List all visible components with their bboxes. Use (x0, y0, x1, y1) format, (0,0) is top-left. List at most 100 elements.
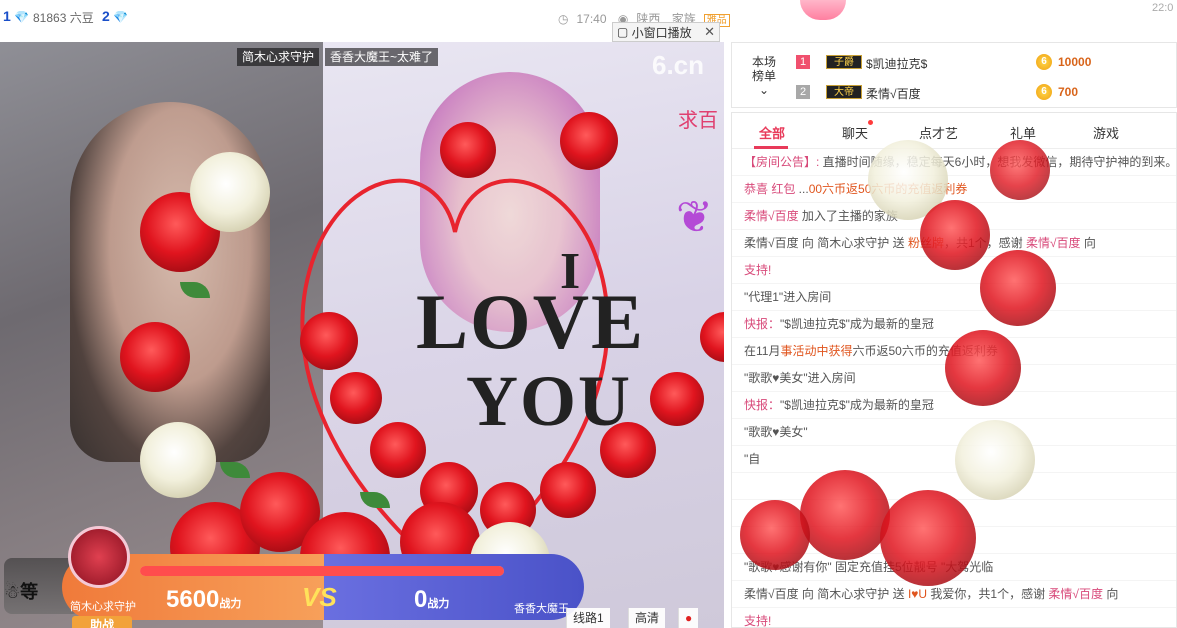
rank-row[interactable]: 1 子爵 $凯迪拉克$ 6 10000 (796, 51, 1176, 73)
rank-title[interactable]: 本场 榜单 ⌄ (740, 55, 788, 97)
beans-count: 81863 六豆 (33, 11, 94, 25)
rose-decoration (300, 312, 358, 370)
avatar[interactable] (68, 526, 130, 588)
pk-right-score: 0战力 (414, 586, 450, 613)
video-player[interactable]: 简木心求守护 香香大魔王~太难了 6.cn 求百 I LOVE YOU ❦ ❦ … (0, 42, 724, 628)
chat-message-part: "$凯迪拉克$"成为最新的皇冠 (780, 398, 934, 412)
diamond-icon: 💎 (113, 10, 129, 24)
rank-value: 700 (1058, 85, 1079, 99)
chat-message-part: "自 (744, 452, 761, 466)
butterfly-icon: ❦ (676, 193, 713, 242)
left-anchor-tag: 简木心求守护 (237, 48, 320, 66)
chat-message-part: 柔情√百度 向 简木心求守护 送 (744, 587, 908, 601)
pk-right-name: 香香大魔王 (514, 603, 569, 615)
rank-1-stat: 1 💎 (3, 8, 29, 24)
chat-message[interactable]: "歌歌♥美女"进入房间 (732, 365, 1176, 392)
tab-game[interactable]: 游戏 (1093, 123, 1119, 142)
chat-message[interactable]: 恭喜 红包 ...00六币返50六币的充值返利券 (732, 176, 1176, 203)
rose-decoration (330, 372, 382, 424)
tab-chat[interactable]: 聊天 (842, 123, 868, 142)
chat-message-part: 支持! (744, 263, 772, 277)
coin-icon: 6 (1036, 84, 1052, 100)
rose-decoration (650, 372, 704, 426)
rose-decoration (370, 422, 426, 478)
chat-message[interactable]: 柔情√百度 加入了主播的家族 (732, 203, 1176, 230)
rank-user-name[interactable]: $凯迪拉克$ (866, 55, 927, 72)
right-anchor-tag: 香香大魔王~太难了 (325, 48, 439, 66)
rose-decoration (540, 462, 596, 518)
chat-message-part: 粉丝牌 (907, 236, 944, 250)
rank-number: 2 (796, 85, 810, 99)
rose-decoration (120, 322, 190, 392)
rank-badge: 大帝 (826, 85, 862, 99)
live-room-page: { "topbar": { "rank1_num": "1", "rank1_i… (0, 0, 1177, 628)
close-icon[interactable]: ✕ (704, 24, 715, 40)
pk-vs-label: VS (302, 582, 337, 612)
rank-2-number: 2 (102, 8, 110, 24)
chat-message[interactable] (732, 500, 1176, 527)
chat-message-part: 事活动中获得 (780, 344, 853, 358)
notification-dot (868, 120, 873, 125)
mini-window-icon: ▢ (617, 25, 632, 39)
line-select-button[interactable]: 线路1 (566, 608, 610, 628)
chat-message[interactable]: "歌歌♥感谢有你" 固定充值挂5位靓号 "大驾光临 (732, 554, 1176, 581)
chat-message-part: 加入了主播的家族 (798, 209, 898, 223)
chat-message[interactable]: 柔情√百度 向 简木心求守护 送 I♥U 我爱你，共1个，感谢 柔情√百度 向 (732, 581, 1176, 608)
site-logo: 6.cn (652, 50, 705, 80)
chat-message-part: ，共1个，感谢 (943, 236, 1026, 250)
rank-user-name[interactable]: 柔情√百度 (866, 85, 921, 102)
chat-message[interactable]: 支持! (732, 608, 1176, 628)
chevron-down-icon[interactable]: ⌄ (740, 83, 788, 97)
tab-all[interactable]: 全部 (759, 123, 785, 142)
chat-message-part: 柔情√百度 (1048, 587, 1103, 601)
effect-text-line2: LOVE (416, 278, 646, 365)
chat-message[interactable] (732, 473, 1176, 500)
pk-bar: 简木心求守护 5600战力 VS 0战力 香香大魔王 (62, 526, 584, 620)
chat-message[interactable]: 快报："$凯迪拉克$"成为最新的皇冠 (732, 311, 1176, 338)
chat-message[interactable]: 在11月事活动中获得六币返50六币的充值返利券 (732, 338, 1176, 365)
user-icon: ☃ (4, 582, 21, 602)
clock-text: 22:0 (1152, 2, 1174, 14)
help-button[interactable]: 助战 (72, 616, 132, 628)
chat-message-part: 【房间公告】: (744, 155, 823, 169)
chat-message[interactable]: 【房间公告】: 直播时间随缘，稳定每天6小时，想我发微信，期待守护神的到来。 (732, 149, 1176, 176)
chat-message-part: 向 (1103, 587, 1119, 601)
rank-number: 1 (796, 55, 810, 69)
chat-message-part: 支持! (744, 614, 772, 628)
rank-value: 10000 (1058, 55, 1092, 69)
chat-panel: 全部 聊天 点才艺 礼单 游戏 【房间公告】: 直播时间随缘，稳定每天6小时，想… (731, 112, 1177, 628)
white-rose-decoration (190, 152, 270, 232)
rank-row[interactable]: 2 大帝 柔情√百度 6 700 (796, 81, 1176, 103)
mini-window-label: 小窗口播放 (631, 25, 692, 40)
chat-message-part: 快报： (744, 398, 781, 412)
chat-message[interactable]: 柔情√百度 向 简木心求守护 送 粉丝牌，共1个，感谢 柔情√百度 向 (732, 230, 1176, 257)
mini-window-button[interactable]: ▢ 小窗口播放 ✕ (612, 22, 720, 42)
chat-message[interactable]: 支持! (732, 257, 1176, 284)
record-icon[interactable]: ● (678, 608, 699, 628)
chat-message-part: 向 (1080, 236, 1096, 250)
side-text: 求百 (678, 110, 718, 132)
clock-icon: ◷ (558, 12, 569, 26)
chat-message[interactable]: 快报："$凯迪拉克$"成为最新的皇冠 (732, 392, 1176, 419)
diamond-icon: 💎 (14, 10, 30, 24)
quality-button[interactable]: 高清 (628, 608, 666, 628)
chat-message-part: 柔情√百度 (744, 209, 799, 223)
chat-message[interactable]: "歌歌♥美女" (732, 419, 1176, 446)
rank-1-number: 1 (3, 8, 11, 24)
rose-decoration (560, 112, 618, 170)
tab-talent[interactable]: 点才艺 (919, 123, 958, 142)
white-rose-decoration (140, 422, 216, 498)
chat-message-part: "歌歌♥美女" (744, 425, 808, 439)
rank-panel: 本场 榜单 ⌄ 1 子爵 $凯迪拉克$ 6 10000 2 大帝 柔情√百度 6 … (731, 42, 1177, 108)
chat-message-part: 00六币返50六币的充值返利券 (808, 182, 968, 196)
tab-gift-list[interactable]: 礼单 (1010, 123, 1036, 142)
chat-message[interactable]: "代理1"进入房间 (732, 284, 1176, 311)
chat-message-part: 柔情√百度 (1025, 236, 1081, 250)
chat-message-list[interactable]: 【房间公告】: 直播时间随缘，稳定每天6小时，想我发微信，期待守护神的到来。 恭喜… (732, 149, 1176, 628)
gift-icon[interactable] (800, 0, 846, 20)
pk-progress-fill (140, 566, 504, 576)
chat-message-part: 六币返50六币的充值返利券 (852, 344, 998, 358)
chat-message[interactable]: "自 (732, 446, 1176, 473)
chat-tabs: 全部 聊天 点才艺 礼单 游戏 (732, 113, 1176, 149)
chat-message[interactable] (732, 527, 1176, 554)
